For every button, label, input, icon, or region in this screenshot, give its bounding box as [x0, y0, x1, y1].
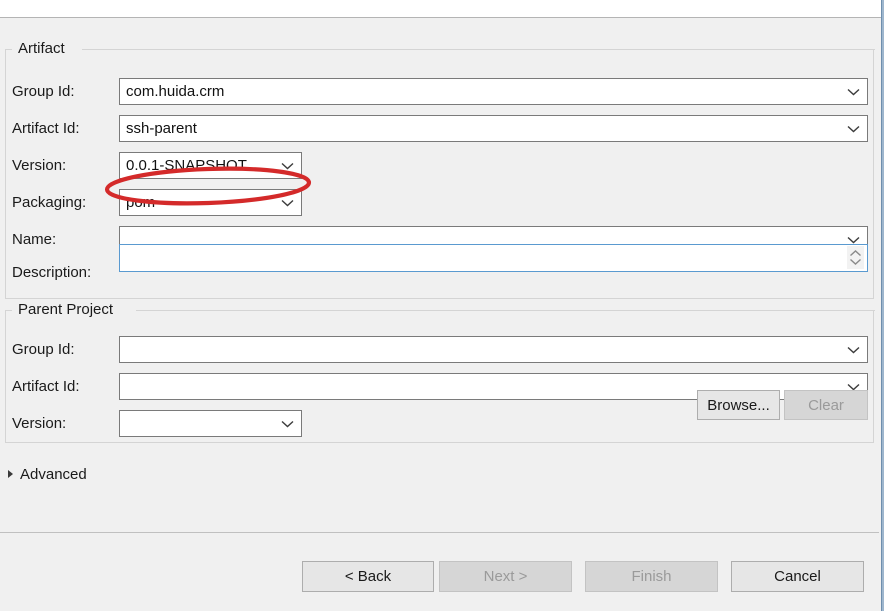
browse-button[interactable]: Browse...	[697, 390, 780, 420]
parent-group-id-combo[interactable]	[119, 336, 868, 363]
artifact-group-id-combo[interactable]: com.huida.crm	[119, 78, 868, 105]
artifact-packaging-label: Packaging:	[12, 194, 87, 211]
chevron-down-icon[interactable]	[846, 116, 860, 141]
clear-button: Clear	[784, 390, 868, 420]
parent-project-group-title: Parent Project	[12, 301, 119, 319]
finish-button: Finish	[585, 561, 718, 592]
artifact-version-value: 0.0.1-SNAPSHOT	[126, 157, 247, 174]
chevron-down-icon[interactable]	[280, 411, 294, 436]
dialog-header-strip	[0, 0, 884, 18]
parent-artifact-id-label: Artifact Id:	[12, 378, 80, 395]
advanced-disclosure-toggle[interactable]: Advanced	[8, 463, 87, 485]
dialog-content-area: Artifact Group Id: com.huida.crm Artifac…	[0, 19, 879, 532]
artifact-description-label: Description:	[12, 264, 92, 281]
parent-group-id-label: Group Id:	[12, 341, 75, 358]
next-button: Next >	[439, 561, 572, 592]
wizard-button-bar: ? < Back Next > Finish Cancel	[0, 533, 879, 611]
chevron-down-icon[interactable]	[280, 153, 294, 178]
advanced-label: Advanced	[20, 465, 87, 483]
artifact-artifact-id-combo[interactable]: ssh-parent	[119, 115, 868, 142]
description-scroll-spinner[interactable]	[847, 246, 864, 269]
artifact-version-label: Version:	[12, 157, 67, 174]
parent-version-label: Version:	[12, 415, 67, 432]
maven-new-project-wizard-dialog: Artifact Group Id: com.huida.crm Artifac…	[0, 0, 884, 611]
cancel-button[interactable]: Cancel	[731, 561, 864, 592]
chevron-down-icon[interactable]	[846, 79, 860, 104]
artifact-group-id-value: com.huida.crm	[126, 83, 225, 100]
chevron-down-icon[interactable]	[280, 190, 294, 215]
artifact-name-label: Name:	[12, 231, 57, 248]
chevron-down-icon[interactable]	[846, 337, 860, 362]
back-button[interactable]: < Back	[302, 561, 434, 592]
parent-version-combo[interactable]	[119, 410, 302, 437]
artifact-artifact-id-label: Artifact Id:	[12, 120, 80, 137]
artifact-packaging-combo[interactable]: pom	[119, 189, 302, 216]
artifact-packaging-value: pom	[126, 194, 156, 211]
artifact-group-title: Artifact	[12, 40, 70, 58]
artifact-group-id-label: Group Id:	[12, 83, 75, 100]
artifact-artifact-id-value: ssh-parent	[126, 120, 197, 137]
triangle-right-icon	[8, 470, 13, 478]
artifact-version-combo[interactable]: 0.0.1-SNAPSHOT	[119, 152, 302, 179]
artifact-description-textarea[interactable]	[119, 244, 868, 272]
